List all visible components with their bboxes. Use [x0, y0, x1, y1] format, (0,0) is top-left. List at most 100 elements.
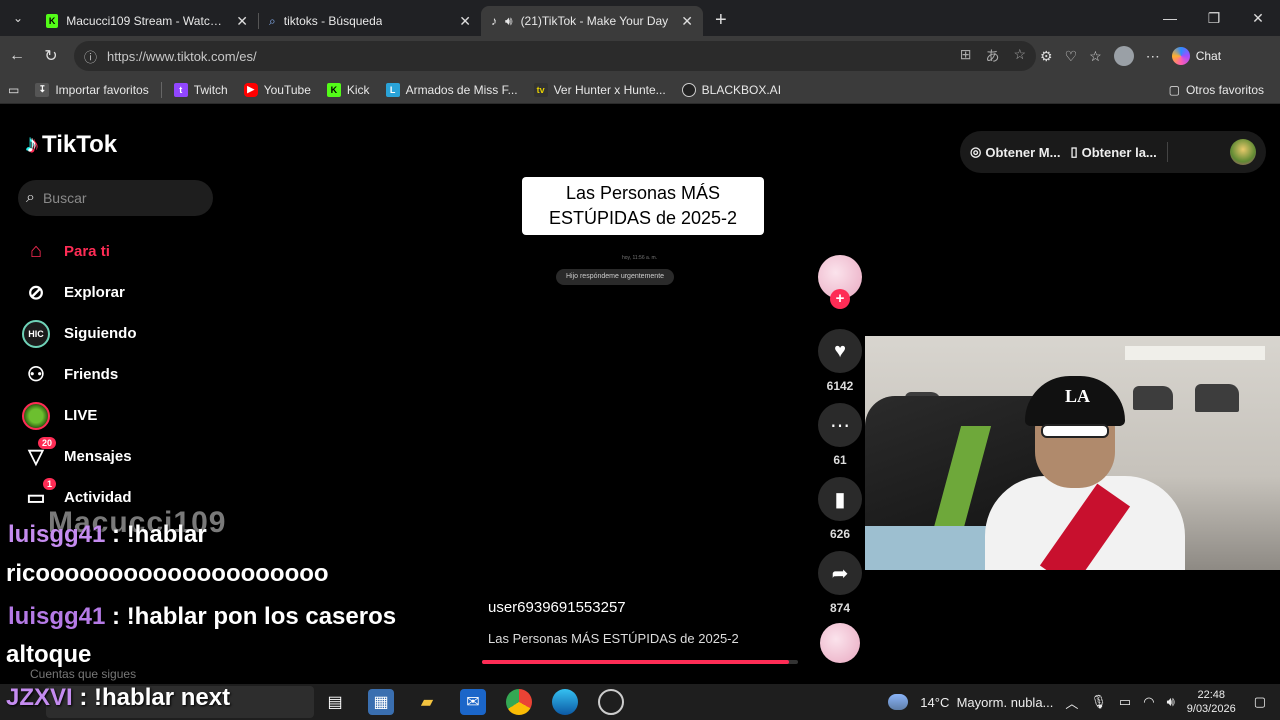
site-info-icon[interactable]: ⓘ	[84, 47, 97, 66]
tab-bing-search[interactable]: ⌕ tiktoks - Búsqueda ✕	[259, 6, 481, 36]
bookmark-label: Twitch	[193, 82, 228, 97]
chat-message: JZXVI : !hablar next	[6, 684, 230, 712]
sidebar-item-actividad[interactable]: ▭ 1 Actividad	[22, 477, 137, 518]
copilot-icon	[1171, 47, 1190, 65]
extensions-icon[interactable]: ⚙	[1040, 48, 1053, 65]
address-bar[interactable]: ⓘ https://www.tiktok.com/es/ ⊞ あ ☆	[74, 41, 1036, 71]
back-icon[interactable]: ←	[0, 39, 34, 73]
close-window-icon[interactable]: ✕	[1236, 0, 1280, 36]
copilot-chat-button[interactable]: Chat	[1171, 47, 1221, 65]
home-icon: ⌂	[29, 240, 43, 262]
minimize-icon[interactable]: —	[1148, 0, 1192, 36]
clock-date: 9/03/2026	[1186, 703, 1236, 715]
user-avatar[interactable]	[1230, 139, 1256, 165]
tiktok-logo[interactable]: ♪ TikTok	[26, 131, 117, 159]
bookmark-label: Armados de Miss F...	[405, 82, 518, 97]
outlook-icon[interactable]: ✉	[460, 689, 486, 715]
sidebar-item-para-ti[interactable]: ⌂ Para ti	[22, 231, 137, 272]
tab-kick-stream[interactable]: K Macucci109 Stream - Watch Live o ✕	[36, 6, 258, 36]
bookmark-twitch[interactable]: t Twitch	[166, 82, 236, 97]
get-coins-label: Obtener M...	[985, 144, 1061, 160]
sidebar-item-live[interactable]: LIVE	[22, 395, 137, 436]
video-title-line: ESTÚPIDAS de 2025-2	[548, 208, 738, 228]
other-favorites[interactable]: ▢ Otros favoritos	[1169, 83, 1264, 97]
tab-title: (21)TikTok - Make Your Day	[520, 14, 669, 28]
reload-icon[interactable]: ↻	[34, 39, 68, 73]
performance-icon[interactable]: ♡	[1065, 48, 1078, 65]
close-tab-icon[interactable]: ✕	[681, 13, 693, 30]
video-progress-bar[interactable]	[482, 660, 798, 664]
url-text[interactable]: https://www.tiktok.com/es/	[107, 49, 257, 64]
close-tab-icon[interactable]: ✕	[459, 13, 471, 30]
battery-icon[interactable]: ▭	[1119, 694, 1131, 710]
bookmark-import[interactable]: ↧ Importar favoritos	[27, 82, 156, 97]
edge-icon[interactable]	[552, 689, 578, 715]
get-app-button[interactable]: ▯ Obtener la...	[1070, 144, 1156, 160]
microphone-icon[interactable]: 🎙︎	[1090, 694, 1107, 710]
heart-icon[interactable]: ♥	[818, 329, 862, 373]
clock[interactable]: 22:48 9/03/2026	[1187, 688, 1236, 716]
creator-avatar[interactable]: +	[818, 255, 862, 309]
weather-icon	[888, 694, 909, 710]
top-bar-divider	[1166, 142, 1168, 162]
tab-actions-menu[interactable]: ⌄	[0, 0, 36, 36]
activity-badge: 1	[42, 477, 56, 490]
more-menu-icon[interactable]: ⋯	[1146, 48, 1160, 65]
save-action[interactable]: ▮ 626	[816, 477, 864, 543]
sidebar-item-siguiendo[interactable]: HIC Siguiendo	[22, 313, 137, 354]
share-action[interactable]: ➦ 874	[816, 551, 864, 617]
comment-action[interactable]: ⋯ 61	[816, 403, 864, 469]
search-input[interactable]	[42, 190, 193, 206]
bookmark-label: Ver Hunter x Hunte...	[553, 82, 666, 97]
notifications-icon[interactable]: ▢	[1254, 694, 1266, 710]
like-action[interactable]: ♥ 6142	[816, 329, 864, 395]
sidebar-item-friends[interactable]: ⚇ Friends	[22, 354, 137, 395]
sidebar-item-explorar[interactable]: ⊘ Explorar	[22, 272, 137, 313]
tab-tiktok[interactable]: ♪ 🔊︎ (21)TikTok - Make Your Day ✕	[481, 6, 703, 36]
speaker-icon[interactable]: 🔊︎	[505, 14, 513, 29]
toolbar-right: ⚙ ♡ ☆ ⋯ Chat	[1040, 36, 1221, 76]
shoe-display	[1133, 386, 1173, 410]
kick-icon: K	[326, 82, 341, 97]
sidebar-toggle-icon[interactable]: ▭	[0, 83, 27, 97]
new-tab-button[interactable]: +	[715, 9, 727, 32]
wifi-icon[interactable]: ◠	[1143, 694, 1154, 710]
sidebar-item-label: Actividad	[64, 489, 132, 506]
video-title-overlay: Las Personas MÁS ESTÚPIDAS de 2025-2	[522, 177, 764, 235]
cap-logo: LA	[1065, 386, 1091, 406]
bookmark-icon[interactable]: ▮	[818, 477, 862, 521]
task-view-icon[interactable]: ▤	[322, 689, 348, 715]
weather-text[interactable]: 14°C Mayorm. nubla...	[920, 695, 1053, 710]
favorites-icon[interactable]: ☆	[1089, 48, 1102, 65]
shoe-display	[1195, 384, 1239, 412]
chrome-icon[interactable]	[506, 689, 532, 715]
sidebar-item-mensajes[interactable]: ▽ 20 Mensajes	[22, 436, 137, 477]
volume-icon[interactable]: 🔊︎	[1167, 694, 1175, 710]
translate-icon[interactable]: あ	[985, 46, 999, 66]
comment-icon[interactable]: ⋯	[818, 403, 862, 447]
close-tab-icon[interactable]: ✕	[236, 13, 248, 30]
bookmark-kick[interactable]: K Kick	[319, 82, 378, 97]
bookmark-armados[interactable]: L Armados de Miss F...	[378, 82, 526, 97]
chevron-up-icon[interactable]: ︿	[1065, 693, 1078, 712]
profile-avatar[interactable]	[1113, 46, 1134, 66]
restore-icon[interactable]: ❐	[1192, 0, 1236, 36]
search-box[interactable]: ⌕	[18, 180, 213, 216]
share-count: 874	[829, 601, 851, 615]
share-icon[interactable]: ➦	[818, 551, 862, 595]
get-coins-button[interactable]: ◎ Obtener M...	[970, 144, 1060, 160]
sound-avatar[interactable]	[820, 623, 860, 663]
favorite-star-icon[interactable]: ☆	[1013, 46, 1026, 66]
bookmark-blackbox[interactable]: BLACKBOX.AI	[674, 82, 789, 97]
tiktok-icon: ♪	[491, 14, 497, 28]
bookmark-hunter[interactable]: tv Ver Hunter x Hunte...	[526, 82, 674, 97]
apps-icon[interactable]: ⊞	[960, 46, 972, 66]
follow-plus-icon[interactable]: +	[830, 289, 850, 309]
comment-count: 61	[833, 453, 847, 467]
obs-icon[interactable]	[598, 689, 624, 715]
store-icon[interactable]: ▦	[368, 689, 394, 715]
bookmark-youtube[interactable]: ▶ YouTube	[236, 82, 319, 97]
person-glasses	[1041, 424, 1109, 438]
file-explorer-icon[interactable]: ▰	[414, 689, 440, 715]
video-username[interactable]: user6939691553257	[488, 599, 626, 616]
